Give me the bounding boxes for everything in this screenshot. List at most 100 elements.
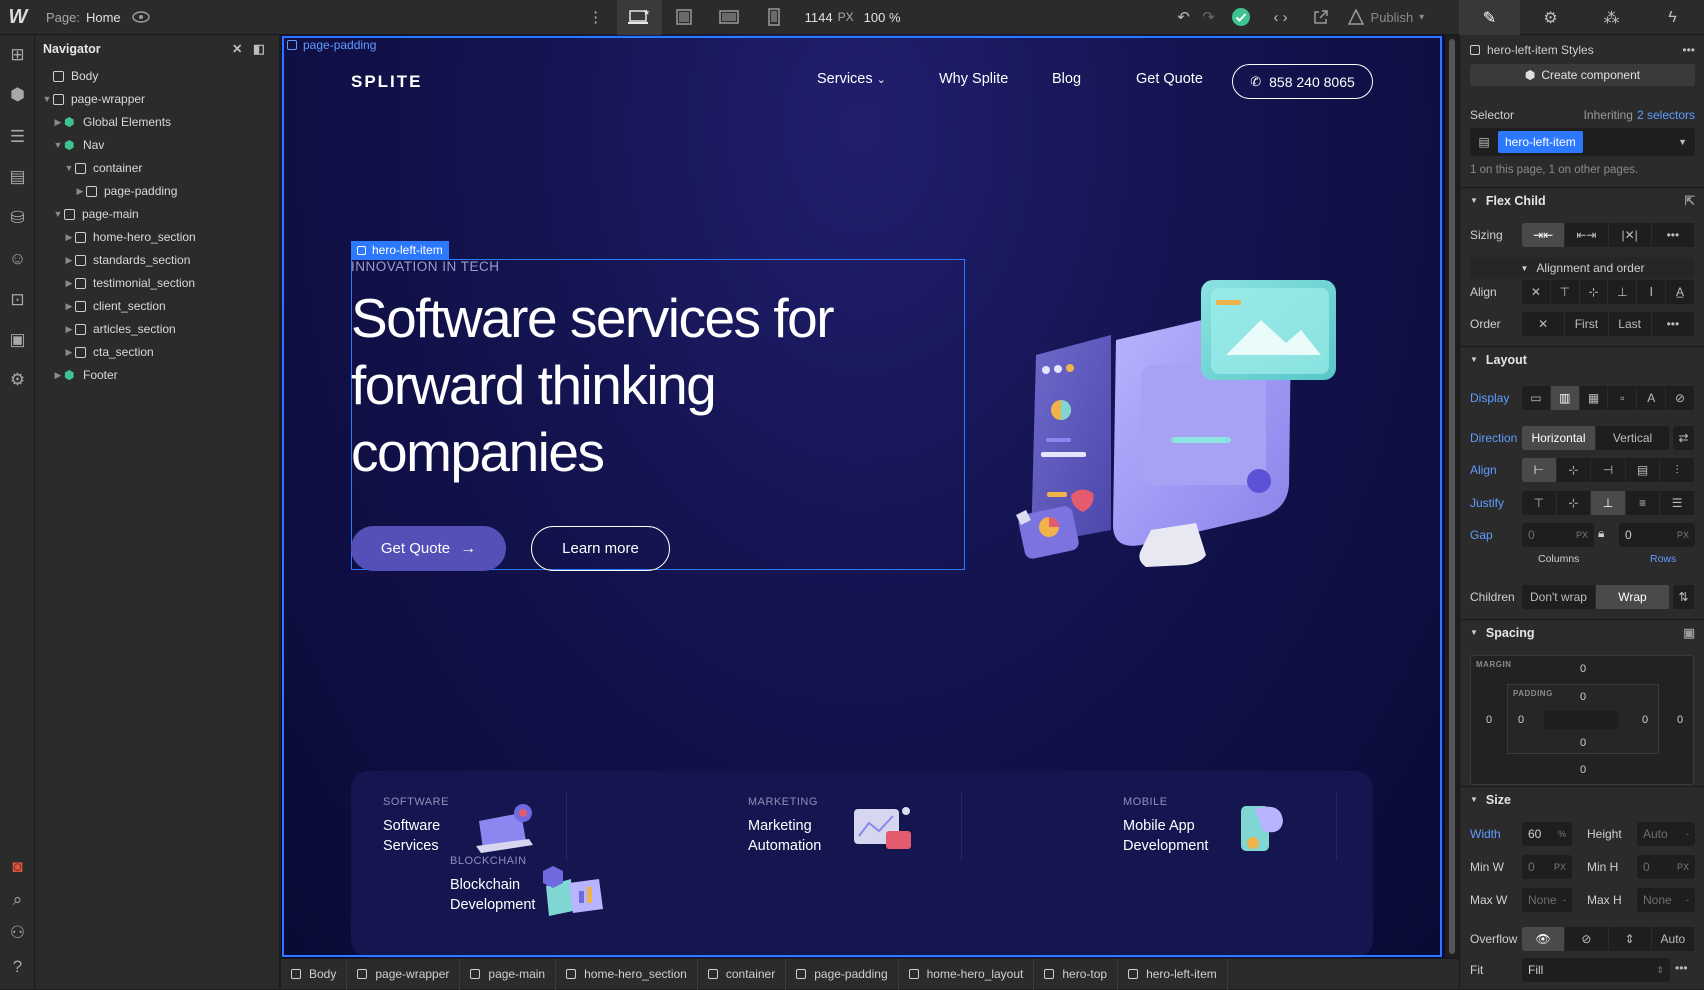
justify-around-icon[interactable]: ☰ <box>1660 491 1695 515</box>
align-end-icon[interactable]: ⊣ <box>1591 458 1626 482</box>
navigator-item-page-padding[interactable]: ▶ page-padding <box>74 179 178 203</box>
more-vertical-icon[interactable]: ⋮ <box>581 0 611 35</box>
spacing-section-header[interactable]: ▼ Spacing ▣ <box>1460 619 1704 645</box>
lock-icon[interactable]: 🔒︎ <box>1598 526 1604 541</box>
margin-left-value[interactable]: 0 <box>1486 714 1492 726</box>
navigator-item-client-section[interactable]: ▶ client_section <box>63 294 166 318</box>
more-icon[interactable]: ••• <box>1652 223 1695 247</box>
navigator-item-home-hero-section[interactable]: ▶ home-hero_section <box>63 225 196 249</box>
direction-control[interactable]: Horizontal Vertical <box>1522 426 1670 450</box>
settings-gear-icon[interactable]: ⚙ <box>1520 0 1581 35</box>
alignment-order-toggle[interactable]: ▼ Alignment and order <box>1470 257 1695 279</box>
padding-bottom-value[interactable]: 0 <box>1580 737 1586 749</box>
style-brush-icon[interactable]: ✎ <box>1459 0 1520 35</box>
align-end-icon[interactable]: ⊥ <box>1608 280 1638 304</box>
display-inline-icon[interactable]: A <box>1637 386 1667 410</box>
navigator-item-global-elements[interactable]: ▶ ⬢ Global Elements <box>52 110 172 134</box>
dock-panel-icon[interactable]: ◧ <box>253 41 265 56</box>
search-icon[interactable]: ⌕ <box>0 885 35 915</box>
caret-right-icon[interactable]: ▶ <box>63 347 75 358</box>
breadcrumb-item[interactable]: page-wrapper <box>347 958 461 990</box>
direction-horizontal[interactable]: Horizontal <box>1522 426 1596 450</box>
navigator-layers-icon[interactable]: ☰ <box>0 122 35 152</box>
interactions-bolt-icon[interactable]: ϟ <box>1642 0 1703 35</box>
help-icon[interactable]: ? <box>0 952 35 982</box>
margin-right-value[interactable]: 0 <box>1677 714 1683 726</box>
align-center-icon[interactable]: ⊹ <box>1557 458 1592 482</box>
grow-icon[interactable]: ⇤⇥ <box>1565 223 1609 247</box>
order-last[interactable]: Last <box>1609 312 1652 336</box>
breadcrumb-item[interactable]: page-main <box>460 958 557 990</box>
caret-right-icon[interactable]: ▶ <box>63 324 75 335</box>
align-self-control[interactable]: ✕ ⊤ ⊹ ⊥ Ⅰ A̲ <box>1522 280 1695 304</box>
tablet-breakpoint-icon[interactable] <box>662 0 707 35</box>
breadcrumb-item[interactable]: home-hero_layout <box>899 958 1035 990</box>
add-elements-icon[interactable]: ⊞ <box>0 40 35 70</box>
canvas-width-value[interactable]: 1144 <box>805 10 833 25</box>
breadcrumb-item[interactable]: container <box>698 958 787 990</box>
inheriting-selectors-link[interactable]: 2 selectors <box>1637 108 1695 122</box>
breadcrumb-item[interactable]: hero-left-item <box>1118 958 1228 990</box>
components-cube-icon[interactable]: ⬢ <box>0 80 35 110</box>
align-center-icon[interactable]: ⊹ <box>1580 280 1609 304</box>
justify-end-icon[interactable]: ⊥ <box>1591 491 1626 515</box>
min-height-input[interactable]: 0 PX <box>1637 855 1695 879</box>
caret-right-icon[interactable]: ▶ <box>63 301 75 312</box>
display-control[interactable]: ▭ ▥ ▦ ▫ A ⊘ <box>1522 386 1695 410</box>
overflow-visible-eye-icon[interactable]: 👁︎ <box>1522 927 1566 951</box>
align-stretch-icon[interactable]: Ⅰ <box>1637 280 1667 304</box>
record-icon[interactable]: ◙ <box>0 852 35 882</box>
navigator-item-footer[interactable]: ▶ ⬢ Footer <box>52 363 118 387</box>
reverse-wrap-icon[interactable]: ⇅ <box>1673 585 1695 609</box>
collaborators-icon[interactable]: ⚇ <box>0 918 35 948</box>
scrollbar-thumb[interactable] <box>1449 39 1455 954</box>
caret-right-icon[interactable]: ▶ <box>63 255 75 266</box>
navigator-item-articles-section[interactable]: ▶ articles_section <box>63 317 176 341</box>
padding-top-value[interactable]: 0 <box>1580 691 1586 703</box>
caret-right-icon[interactable]: ▶ <box>52 370 64 381</box>
justify-start-icon[interactable]: ⊤ <box>1522 491 1557 515</box>
height-input[interactable]: Auto - <box>1637 822 1695 846</box>
navigator-item-page-wrapper[interactable]: ▼ page-wrapper <box>41 87 146 111</box>
caret-right-icon[interactable]: ▶ <box>74 186 86 197</box>
overflow-control[interactable]: 👁︎ ⊘ ⇕ Auto <box>1522 927 1695 951</box>
display-block-icon[interactable]: ▭ <box>1522 386 1551 410</box>
undo-icon[interactable]: ↶ <box>1171 0 1197 35</box>
flex-child-section-header[interactable]: ▼ Flex Child ⇱ <box>1460 187 1704 213</box>
align-start-icon[interactable]: ⊤ <box>1551 280 1580 304</box>
breadcrumb-item[interactable]: Body <box>281 958 348 990</box>
close-icon[interactable]: ✕ <box>232 41 242 56</box>
breadcrumb-item[interactable]: page-padding <box>786 958 899 990</box>
padding-right-value[interactable]: 0 <box>1642 714 1648 726</box>
padding-left-value[interactable]: 0 <box>1518 714 1524 726</box>
page-padding-tag[interactable]: page-padding <box>287 38 376 52</box>
assets-images-icon[interactable]: ▣ <box>0 325 35 355</box>
order-first[interactable]: First <box>1565 312 1609 336</box>
navigator-item-standards-section[interactable]: ▶ standards_section <box>63 248 191 272</box>
max-height-input[interactable]: None - <box>1637 888 1695 912</box>
cms-database-icon[interactable]: ⛁ <box>0 203 35 233</box>
caret-down-icon[interactable]: ▼ <box>41 94 53 104</box>
justify-between-icon[interactable]: ≡ <box>1626 491 1661 515</box>
design-canvas[interactable]: SPLITE Services ⌄ Why Splite Blog Get Qu… <box>281 35 1459 958</box>
code-export-icon[interactable]: ‹ › <box>1261 0 1301 35</box>
shrink-icon[interactable]: ⇥⇤ <box>1522 223 1566 247</box>
overflow-hidden-icon[interactable]: ⊘ <box>1565 927 1609 951</box>
selector-field[interactable]: ▤ hero-left-item ▼ <box>1470 128 1695 156</box>
dont-wrap-option[interactable]: Don't wrap <box>1522 585 1596 609</box>
spacing-options-icon[interactable]: ▣ <box>1683 625 1695 640</box>
order-control[interactable]: ✕ First Last ••• <box>1522 312 1695 336</box>
wrap-option[interactable]: Wrap <box>1596 585 1670 609</box>
zoom-level[interactable]: 100 % <box>864 10 901 25</box>
caret-right-icon[interactable]: ▶ <box>52 117 64 128</box>
chevron-down-icon[interactable]: ▾ <box>1419 12 1424 23</box>
none-icon[interactable]: ✕ <box>1522 312 1566 336</box>
direction-vertical[interactable]: Vertical <box>1596 426 1670 450</box>
status-check-icon[interactable] <box>1221 0 1261 35</box>
style-manager-icon[interactable]: ⁂ <box>1581 0 1642 35</box>
navigator-item-cta-section[interactable]: ▶ cta_section <box>63 340 154 364</box>
more-icon[interactable]: ••• <box>1652 312 1695 336</box>
display-flex-icon[interactable]: ▥ <box>1550 386 1580 410</box>
selector-chip[interactable]: hero-left-item <box>1498 131 1583 153</box>
align-baseline-icon[interactable]: A̲ <box>1666 280 1695 304</box>
